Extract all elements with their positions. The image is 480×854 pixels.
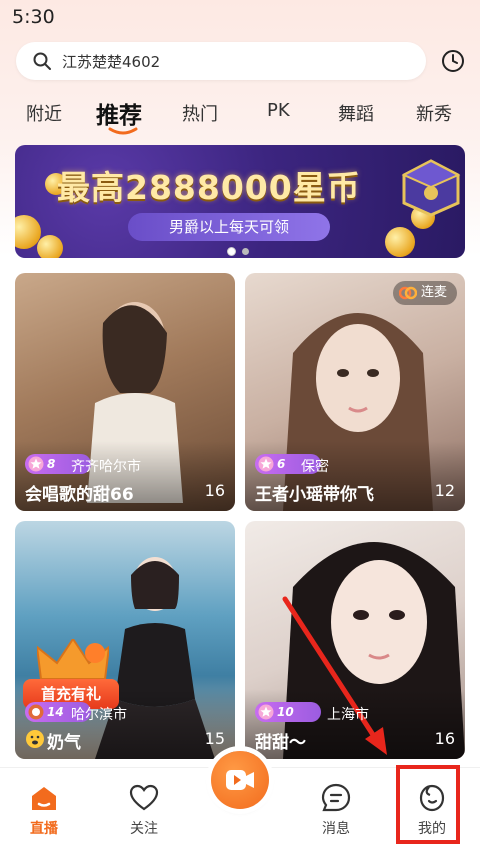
start-live-button[interactable] bbox=[211, 751, 269, 809]
link-mic-tag: 连麦 bbox=[392, 281, 457, 305]
pagination-dot-active bbox=[228, 248, 235, 255]
stream-card[interactable]: 连麦 6 保密 王者小瑶带你飞 12 bbox=[245, 273, 465, 511]
nav-live[interactable]: 直播 bbox=[4, 768, 84, 854]
nav-follow[interactable]: 关注 bbox=[104, 768, 184, 854]
tab-hot[interactable]: 热门 bbox=[182, 100, 218, 126]
tab-pk[interactable]: PK bbox=[267, 100, 290, 121]
viewer-count: 12 bbox=[434, 481, 455, 500]
card-city: 哈尔滨市 bbox=[71, 707, 127, 723]
card-title: 奶气 bbox=[47, 733, 81, 753]
link-mic-icon bbox=[398, 286, 417, 300]
home-icon bbox=[32, 787, 56, 810]
tab-newcomer[interactable]: 新秀 bbox=[416, 100, 452, 126]
card-title: 甜甜〜 bbox=[255, 733, 306, 753]
viewer-count: 16 bbox=[204, 481, 225, 500]
status-bar: 5:30 bbox=[0, 0, 480, 34]
viewer-count: 16 bbox=[434, 729, 455, 748]
tab-nearby[interactable]: 附近 bbox=[26, 100, 62, 126]
message-icon bbox=[321, 783, 351, 812]
active-tab-indicator bbox=[108, 127, 138, 135]
star-icon bbox=[28, 456, 44, 472]
stream-card[interactable]: 首充有礼 14 哈尔滨市 奶气 15 bbox=[15, 521, 235, 759]
live-camera-icon bbox=[226, 770, 254, 790]
coin-decoration bbox=[37, 235, 63, 258]
pagination-dot bbox=[242, 248, 249, 255]
search-icon bbox=[33, 52, 51, 70]
promo-banner[interactable]: 最高2888000星币 男爵以上每天可领 bbox=[15, 145, 465, 258]
banner-title: 最高2888000星币 bbox=[57, 168, 361, 207]
tab-recommend[interactable]: 推荐 bbox=[96, 96, 142, 130]
star-icon bbox=[258, 456, 274, 472]
category-tabs: 附近 推荐 热门 PK 舞蹈 新秀 bbox=[0, 96, 480, 136]
heart-icon bbox=[129, 784, 159, 811]
crown-icon bbox=[37, 639, 109, 680]
card-city: 保密 bbox=[301, 459, 329, 475]
viewer-count: 15 bbox=[204, 729, 225, 748]
stream-card[interactable]: 10 上海市 甜甜〜 16 bbox=[245, 521, 465, 759]
card-title: 会唱歌的甜66 bbox=[25, 485, 134, 505]
banner-subtitle: 男爵以上每天可领 bbox=[128, 213, 330, 241]
nav-label: 消息 bbox=[322, 821, 350, 837]
nav-label: 关注 bbox=[130, 821, 158, 837]
level-badge: 10 bbox=[255, 702, 321, 722]
highlight-box-annotation bbox=[396, 765, 460, 844]
status-time: 5:30 bbox=[12, 6, 55, 28]
star-icon bbox=[258, 704, 274, 720]
medal-icon bbox=[28, 704, 44, 720]
card-city: 上海市 bbox=[327, 707, 369, 723]
treasure-chest-icon bbox=[401, 159, 461, 217]
banner-pagination bbox=[228, 248, 254, 256]
tab-dance[interactable]: 舞蹈 bbox=[338, 100, 374, 126]
coin-decoration bbox=[385, 227, 415, 257]
card-city: 齐齐哈尔市 bbox=[71, 459, 141, 475]
search-bar[interactable]: 江苏楚楚4602 bbox=[16, 42, 426, 80]
emoji-icon bbox=[26, 730, 44, 748]
nav-label: 直播 bbox=[30, 821, 58, 837]
nav-messages[interactable]: 消息 bbox=[296, 768, 376, 854]
stream-card[interactable]: 8 齐齐哈尔市 会唱歌的甜66 16 bbox=[15, 273, 235, 511]
card-title: 王者小瑶带你飞 bbox=[255, 485, 374, 505]
search-text: 江苏楚楚4602 bbox=[62, 53, 161, 71]
history-icon[interactable] bbox=[440, 48, 466, 74]
